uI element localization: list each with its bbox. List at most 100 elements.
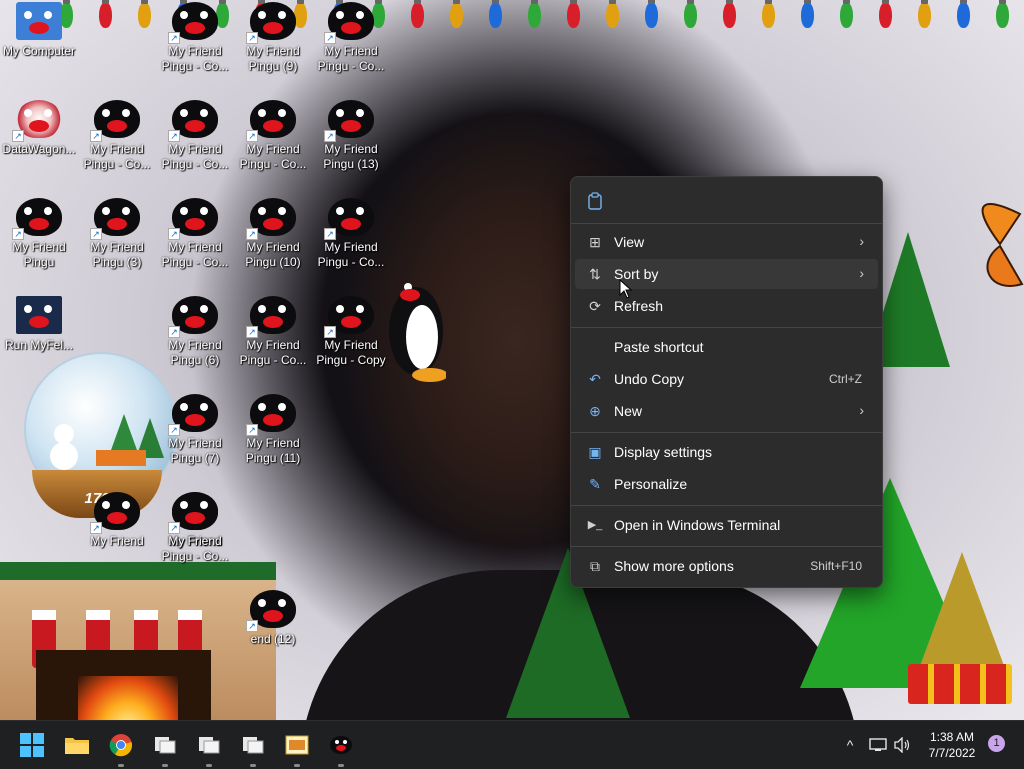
christmas-light-bulb [450,0,463,28]
clock-time: 1:38 AM [929,730,975,744]
desktop-icon-label: DataWagon... [2,142,76,156]
desktop-icon-pingu[interactable]: ↗ My Friend [156,482,234,578]
shortcut-arrow-icon: ↗ [12,130,24,142]
volume-button[interactable] [892,735,912,755]
christmas-light-bulb [489,0,502,28]
menu-item-undo-copy[interactable]: ↶ Undo Copy Ctrl+Z [575,364,878,394]
grid-icon: ⊞ [589,234,601,250]
running-indicator [338,764,344,767]
running-indicator [162,764,168,767]
app-window-button[interactable] [189,729,229,769]
desktop-icon-label: My Friend Pingu (9) [246,44,300,73]
undo-icon: ↶ [589,371,601,387]
chevron-up-icon: ^ [846,737,854,753]
sort-icon: ⇅ [589,266,601,282]
menu-item-show-more-options[interactable]: ⧉ Show more options Shift+F10 [575,551,878,581]
menu-item-label: Display settings [614,444,713,460]
shortcut-arrow-icon: ↗ [168,522,180,534]
christmas-light-bulb [138,0,151,28]
christmas-light-bulb [528,0,541,28]
desktop-icon-label: My Friend Pingu (10) [245,240,301,269]
start-button[interactable] [12,729,52,769]
folder-icon [65,738,89,754]
desktop-icon-label: My Friend [90,534,144,548]
desktop-icon-label: My Friend Pingu - Co... [317,240,385,269]
desktop-icon-pingu[interactable]: ↗My Friend Pingu - Co... [156,0,234,88]
desktop-icon-cat[interactable]: Run MyFel... [0,286,78,382]
menu-item-view[interactable]: ⊞ View › [575,227,878,257]
menu-item-open-terminal[interactable]: ▶_ Open in Windows Terminal [575,510,878,540]
network-button[interactable] [868,735,888,755]
volume-icon [894,737,910,753]
christmas-light-bulb [957,0,970,28]
chrome-button[interactable] [101,729,141,769]
desktop-icon-label: My Friend Pingu (13) [323,142,379,171]
desktop-icon-pingu[interactable]: ↗ My Friend Pingu [0,188,78,284]
menu-separator [571,327,882,328]
desktop-icon-label: My Friend Pingu - Co... [239,338,307,367]
menu-separator [571,432,882,433]
desktop-icon-pingu[interactable]: ↗My Friend Pingu - Co... [312,0,390,88]
desktop-icon-label: My Friend Pingu - Co... [161,240,229,269]
shortcut-arrow-icon: ↗ [246,326,258,338]
desktop-icon-label: My Friend Pingu - Co... [317,44,385,73]
desktop-icon-pingu[interactable]: ↗My Friend Pingu - Co... [234,286,312,382]
desktop-icon-label: My Friend Pingu - Co... [239,142,307,171]
desktop-icon-pingu[interactable]: ↗ My Friend Pingu (11) [234,384,312,480]
shortcut-arrow-icon: ↗ [90,522,102,534]
desktop-icon-pingu[interactable]: ↗My Friend Pingu - Co... [312,188,390,284]
desktop-icon-datawagon[interactable]: ↗ DataWagon... [0,90,78,186]
more-options-icon: ⧉ [590,558,600,574]
pencil-icon: ✎ [589,476,601,492]
image-viewer-button[interactable] [277,729,317,769]
menu-item-label: Show more options [614,558,734,574]
desktop-icon-pingu[interactable]: ↗ My Friend Pingu (9) [234,0,312,88]
menu-item-label: Paste shortcut [614,339,704,355]
desktop-icon-pingu[interactable]: ↗ My Friend Pingu (13) [312,90,390,186]
desktop-icon-label: My Friend Pingu (11) [245,436,301,465]
notification-count: 1 [993,737,1000,749]
menu-item-label: Open in Windows Terminal [614,517,781,533]
desktop-icon-label: My Friend Pingu - Co... [161,44,229,73]
desktop-icon-pingu[interactable]: ↗ My Friend Pingu - Copy [312,286,390,382]
notification-badge[interactable]: 1 [988,735,1005,752]
shortcut-arrow-icon: ↗ [168,130,180,142]
desktop-icon-pingu[interactable]: ↗My Friend Pingu - Co... [234,90,312,186]
shortcut-arrow-icon: ↗ [90,228,102,240]
app-window-button[interactable] [233,729,273,769]
pingu-penguin-decoration [389,283,446,382]
tray-overflow-button[interactable]: ^ [840,735,860,755]
menu-item-paste-shortcut[interactable]: Paste shortcut [575,332,878,362]
menu-separator [571,505,882,506]
desktop-icon-pingu[interactable]: ↗ My Friend Pingu (6) [156,286,234,382]
desktop-icon-pingu[interactable]: ↗My Friend Pingu - Co... [78,90,156,186]
shortcut-arrow-icon: ↗ [168,32,180,44]
desktop-icon-pingu[interactable]: ↗ My Friend Pingu (7) [156,384,234,480]
desktop-icon-computer[interactable]: My Computer [0,0,78,88]
desktop-icon-pingu[interactable]: ↗My Friend Pingu - Co... [156,188,234,284]
display-icon: ▣ [588,444,602,460]
desktop-icon-label: My Friend Pingu [12,240,66,269]
menu-item-display-settings[interactable]: ▣ Display settings [575,437,878,467]
desktop-icon-pingu[interactable]: ↗ end (12) [234,580,312,676]
menu-item-new[interactable]: ⊕ New › [575,396,878,426]
christmas-light-bulb [723,0,736,28]
desktop-icon-pingu[interactable]: ↗My Friend Pingu - Co... [156,90,234,186]
shortcut-arrow-icon: ↗ [90,130,102,142]
desktop-icon-label: My Friend [168,534,222,548]
desktop-icon-pingu[interactable]: ↗ My Friend [78,482,156,578]
file-explorer-button[interactable] [57,729,97,769]
clock-button[interactable]: 1:38 AM 7/7/2022 [912,729,992,761]
menu-item-personalize[interactable]: ✎ Personalize [575,469,878,499]
desktop-icon-pingu[interactable]: ↗ My Friend Pingu (10) [234,188,312,284]
menu-item-label: Undo Copy [614,371,685,387]
desktop-icon-label: end (12) [250,632,296,646]
menu-item-label: New [614,403,643,419]
christmas-light-bulb [879,0,892,28]
copy-clipboard-button[interactable] [583,189,607,213]
app-window-button[interactable] [145,729,185,769]
pingu-app-button[interactable] [321,729,361,769]
desktop-icon-pingu[interactable]: ↗ My Friend Pingu (3) [78,188,156,284]
menu-item-label: View [614,234,645,250]
shortcut-arrow-icon: ↗ [246,424,258,436]
